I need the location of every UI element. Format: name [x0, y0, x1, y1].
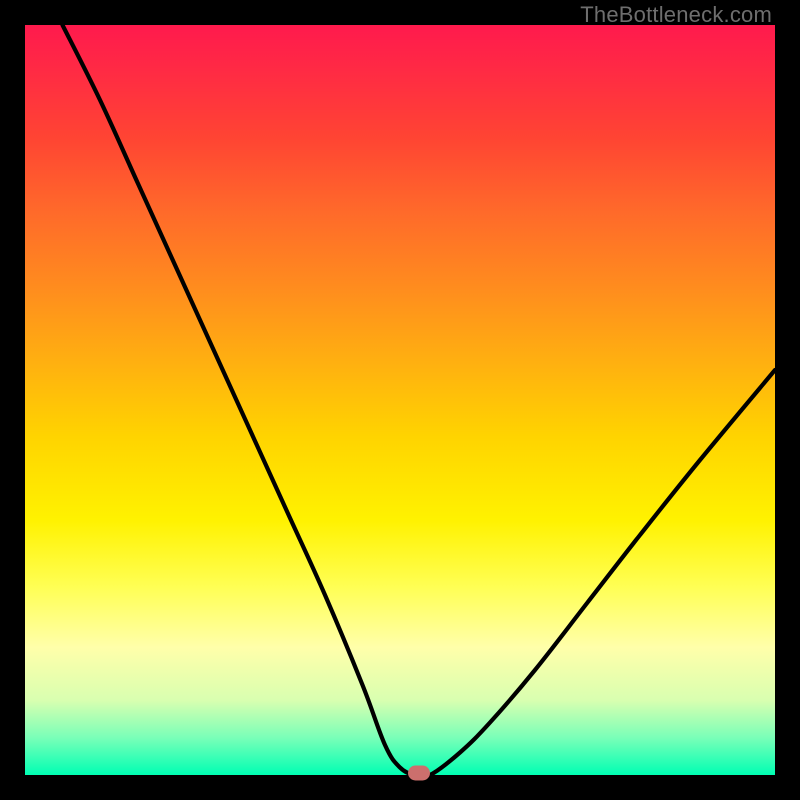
- bottleneck-curve: [25, 25, 775, 775]
- optimal-point-marker: [408, 765, 430, 780]
- chart-frame: TheBottleneck.com: [0, 0, 800, 800]
- plot-area: [25, 25, 775, 775]
